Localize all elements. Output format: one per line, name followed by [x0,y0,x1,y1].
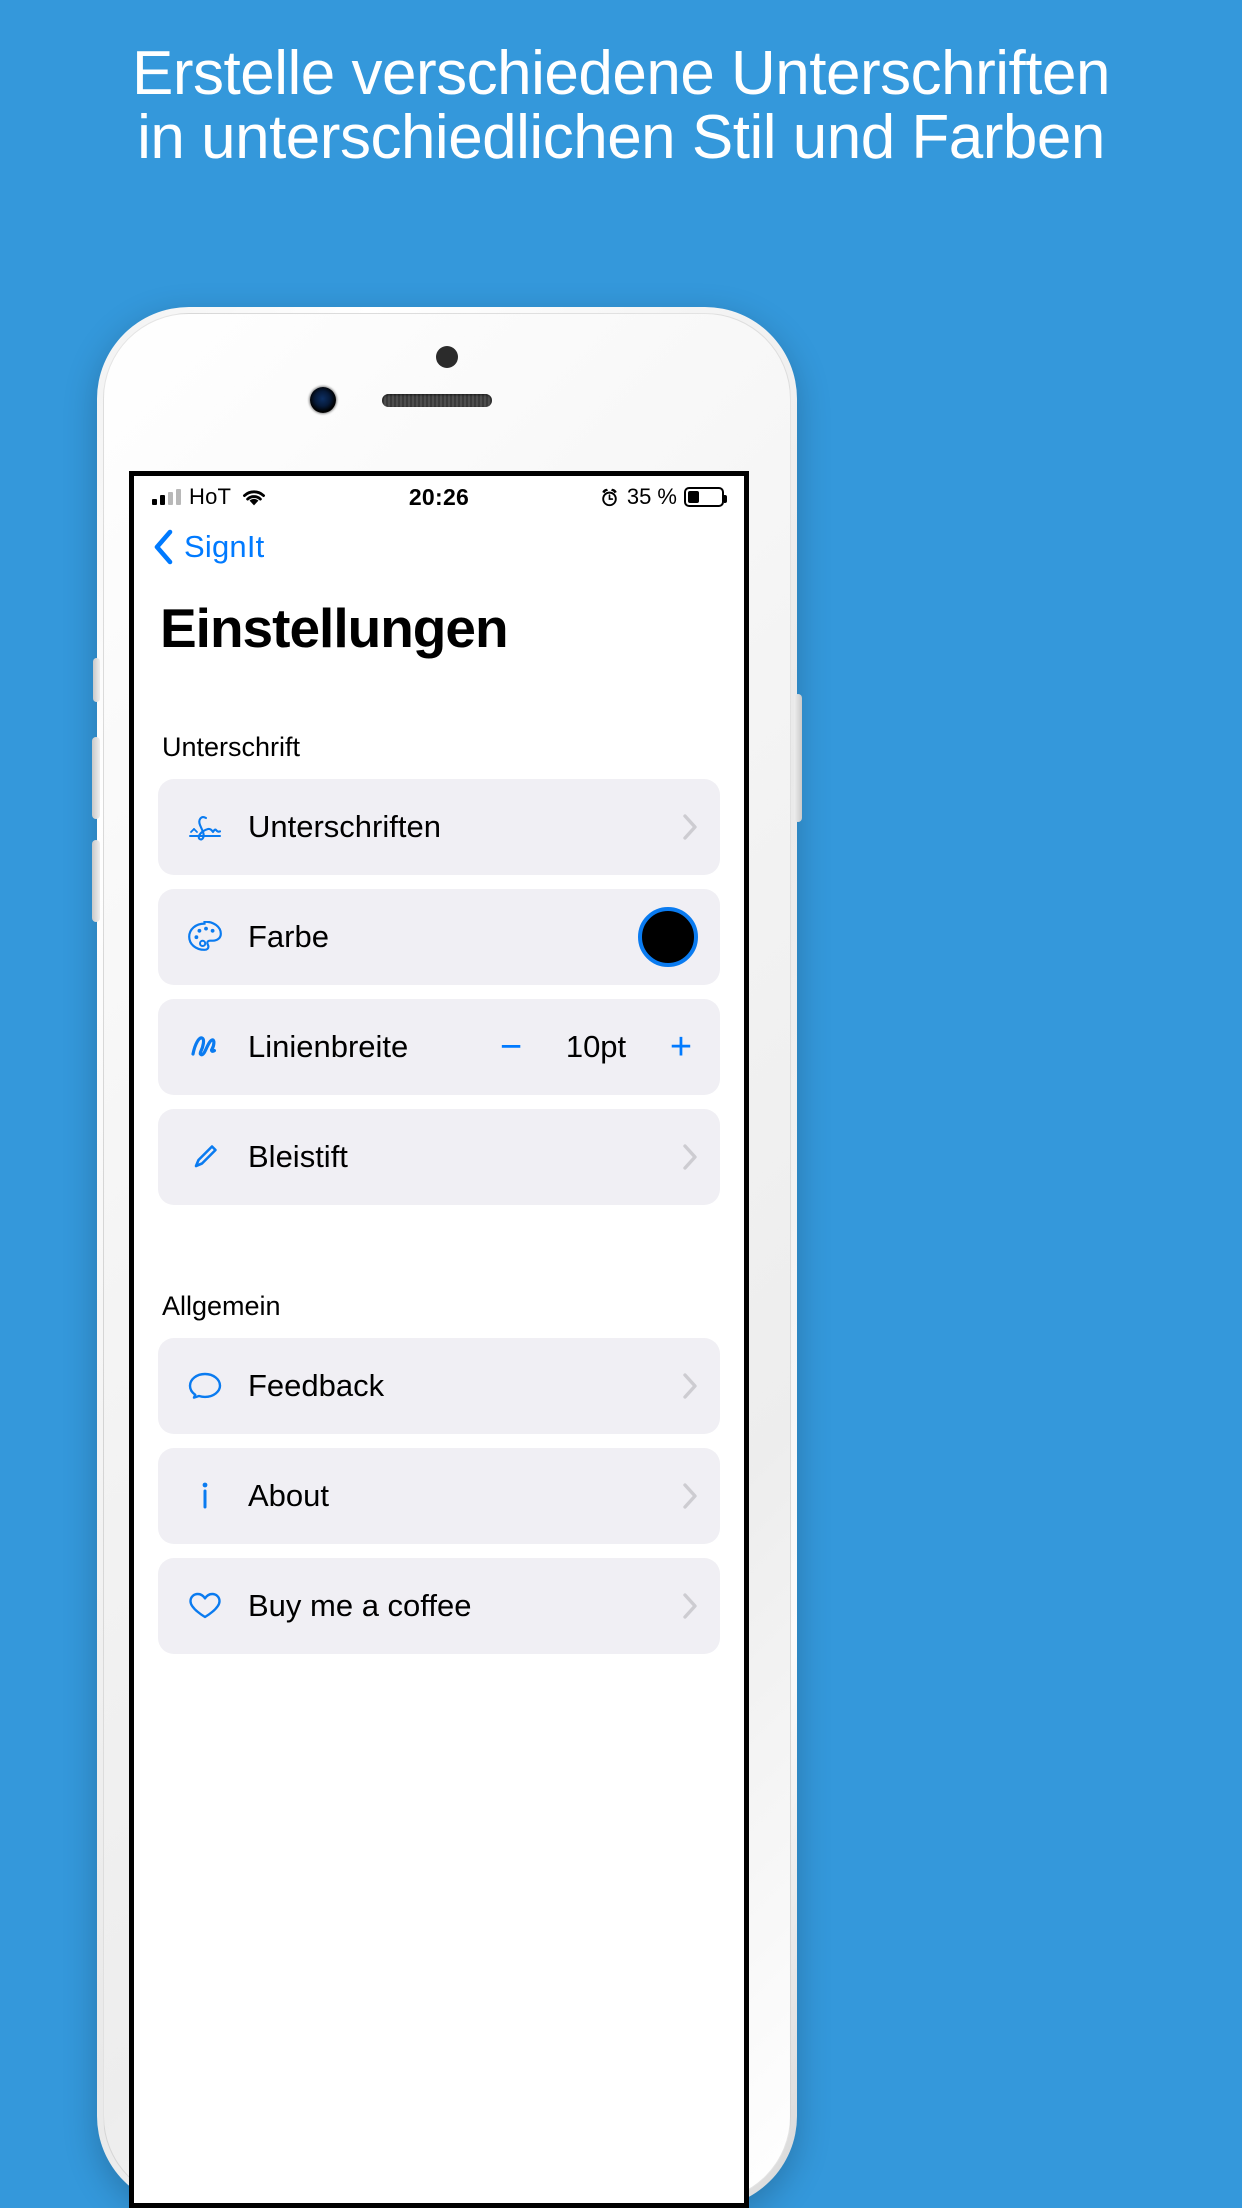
navigation-bar[interactable]: SignIt [134,518,744,576]
volume-up-button[interactable] [92,737,100,819]
chevron-left-icon[interactable] [152,529,174,565]
wifi-icon [241,488,267,507]
settings-row-buy-me-a-coffee[interactable]: Buy me a coffee [158,1558,720,1654]
pencil-icon [184,1142,226,1172]
back-button-label[interactable]: SignIt [184,529,264,565]
settings-row-label: About [248,1478,330,1513]
section-header-unterschrift: Unterschrift [162,732,301,762]
phone-mockup: HoT 20:26 35 % SignIt Einstellungen Unte… [92,307,802,2208]
chevron-right-icon [682,1482,698,1510]
settings-list: Unterschrift Unterschriften Farbe Linien… [134,660,744,1654]
chevron-right-icon [682,1143,698,1171]
settings-row-label: Farbe [248,919,329,954]
stepper-increment-button[interactable]: + [664,1028,698,1066]
page-title: Einstellungen [160,597,509,659]
color-swatch[interactable] [638,907,698,967]
promo-headline: Erstelle verschiedene Unterschriften in … [0,39,1242,173]
settings-row-unterschriften[interactable]: Unterschriften [158,779,720,875]
stepper-decrement-button[interactable]: − [494,1028,528,1066]
front-camera-icon [310,387,336,413]
promo-headline-line2: in unterschiedlichen Stil und Farben [137,103,1105,173]
section-header-allgemein: Allgemein [162,1291,281,1321]
carrier-label: HoT [189,484,232,509]
status-bar: HoT 20:26 35 % [134,476,744,518]
chevron-right-icon [682,1592,698,1620]
phone-screen: HoT 20:26 35 % SignIt Einstellungen Unte… [129,471,749,2208]
settings-row-bleistift[interactable]: Bleistift [158,1109,720,1205]
alarm-clock-icon [599,487,620,508]
stepper-value: 10pt [565,1029,627,1064]
settings-row-about[interactable]: About [158,1448,720,1544]
chevron-right-icon [682,813,698,841]
settings-row-linienbreite[interactable]: Linienbreite − 10pt + [158,999,720,1095]
line-width-stepper[interactable]: − 10pt + [494,1028,698,1066]
scribble-line-icon [184,1032,226,1062]
settings-row-label: Bleistift [248,1139,348,1174]
chevron-right-icon [682,1372,698,1400]
status-bar-left: HoT [152,484,267,510]
status-bar-right: 35 % [599,484,727,510]
promo-headline-line1: Erstelle verschiedene Unterschriften [132,39,1110,108]
palette-icon [184,921,226,953]
battery-percent-label: 35 % [626,484,677,509]
info-icon [184,1479,226,1513]
settings-row-farbe[interactable]: Farbe [158,889,720,985]
settings-row-label: Linienbreite [248,1029,409,1064]
settings-row-label: Feedback [248,1368,385,1403]
silent-switch[interactable] [93,658,100,702]
earpiece-speaker [382,394,492,407]
cellular-signal-icon [152,489,181,505]
settings-row-feedback[interactable]: Feedback [158,1338,720,1434]
settings-row-label: Buy me a coffee [248,1588,472,1623]
volume-down-button[interactable] [92,840,100,922]
speech-bubble-icon [184,1370,226,1402]
heart-icon [184,1590,226,1622]
power-button[interactable] [794,694,802,822]
proximity-sensor-icon [436,346,458,368]
settings-row-label: Unterschriften [248,809,441,844]
battery-icon [684,487,727,507]
signature-icon [184,812,226,842]
